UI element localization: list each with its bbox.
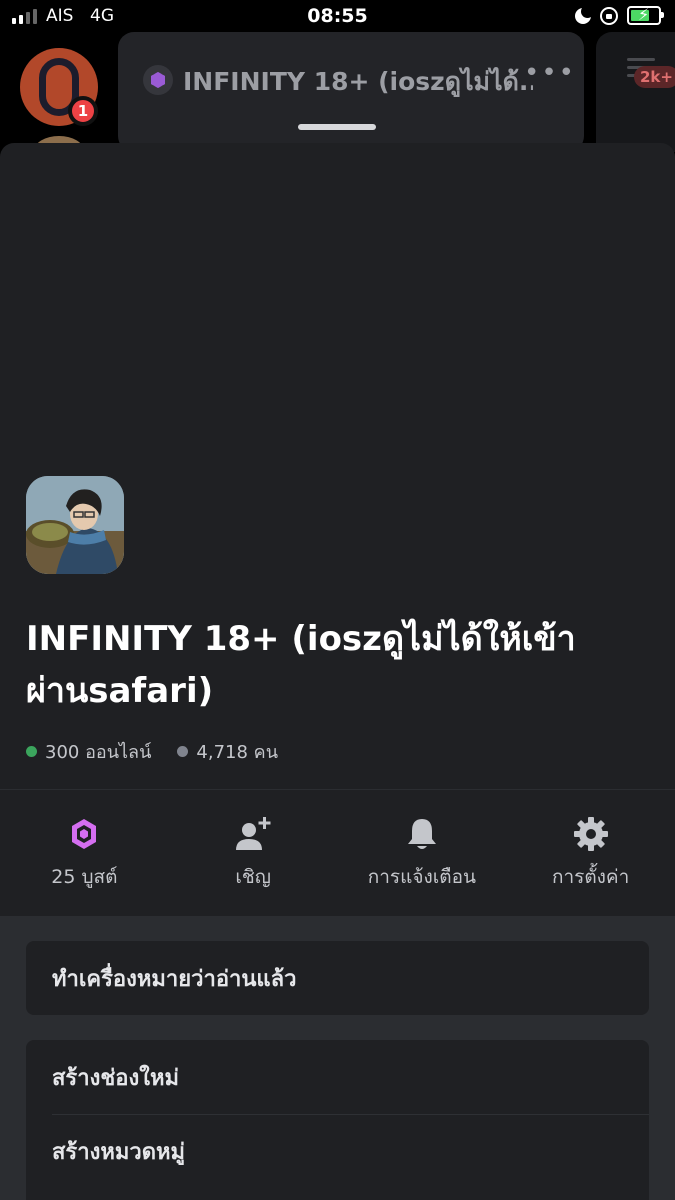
boost-icon: [143, 65, 173, 95]
members-dot-icon: [177, 746, 189, 757]
invite-label: เชิญ: [235, 866, 271, 888]
server-name: INFINITY 18+ (ioszดูไม่ได้ให้เข้าผ่านsaf…: [26, 619, 576, 711]
settings-label: การตั้งค่า: [551, 866, 630, 888]
server-sheet: INFINITY 18+ (ioszดูไม่ได้ให้เข้าผ่านsaf…: [0, 143, 675, 1200]
boost-label: 25 บูสต์: [51, 866, 118, 888]
rotation-lock-icon: [600, 6, 618, 25]
add-user-icon: [236, 817, 271, 850]
action-bar: 25 บูสต์ เชิญ การแจ้งเตือน การตั้งค่า: [0, 790, 675, 916]
boost-button[interactable]: 25 บูสต์: [0, 790, 169, 916]
menu-area: ทำเครื่องหมายว่าอ่านแล้ว สร้างช่องใหม่ ส…: [0, 916, 675, 1200]
gear-icon: [573, 817, 608, 851]
status-icons: ⚡: [575, 4, 664, 25]
channel-title: INFINITY 18+ (ioszดูไม่ได้...: [183, 67, 533, 96]
boost-icon: [72, 819, 97, 849]
notifications-label: การแจ้งเตือน: [367, 866, 477, 888]
notifications-button[interactable]: การแจ้งเตือน: [338, 790, 507, 916]
bell-icon: [407, 819, 436, 849]
clock: 08:55: [307, 5, 368, 27]
server-stats: 300 ออนไลน์ 4,718 คน: [26, 737, 278, 766]
member-count: 4,718 คน: [196, 742, 279, 763]
online-count: 300 ออนไลน์: [45, 742, 152, 763]
member-list-pane: 2k+: [596, 32, 675, 152]
member-count-badge: 2k+: [634, 66, 675, 88]
create-channel-button[interactable]: สร้างช่องใหม่: [26, 1040, 649, 1114]
server-icon: [26, 476, 124, 574]
moon-icon: [575, 4, 594, 24]
online-dot-icon: [26, 746, 37, 757]
invite-button[interactable]: เชิญ: [169, 790, 338, 916]
channel-header: INFINITY 18+ (ioszดูไม่ได้... •••: [118, 32, 584, 152]
more-icon[interactable]: •••: [524, 58, 576, 88]
create-menu-card: สร้างช่องใหม่ สร้างหมวดหมู่: [26, 1040, 649, 1200]
unread-badge: 1: [68, 96, 98, 126]
settings-button[interactable]: การตั้งค่า: [506, 790, 675, 916]
mark-read-button[interactable]: ทำเครื่องหมายว่าอ่านแล้ว: [26, 941, 649, 1015]
battery-charging-icon: ⚡: [627, 5, 664, 25]
sheet-grabber[interactable]: [298, 124, 376, 130]
mark-read-card: ทำเครื่องหมายว่าอ่านแล้ว: [26, 941, 649, 1015]
create-category-button[interactable]: สร้างหมวดหมู่: [26, 1114, 649, 1188]
status-bar: AIS 4G 08:55 ⚡: [0, 0, 675, 36]
